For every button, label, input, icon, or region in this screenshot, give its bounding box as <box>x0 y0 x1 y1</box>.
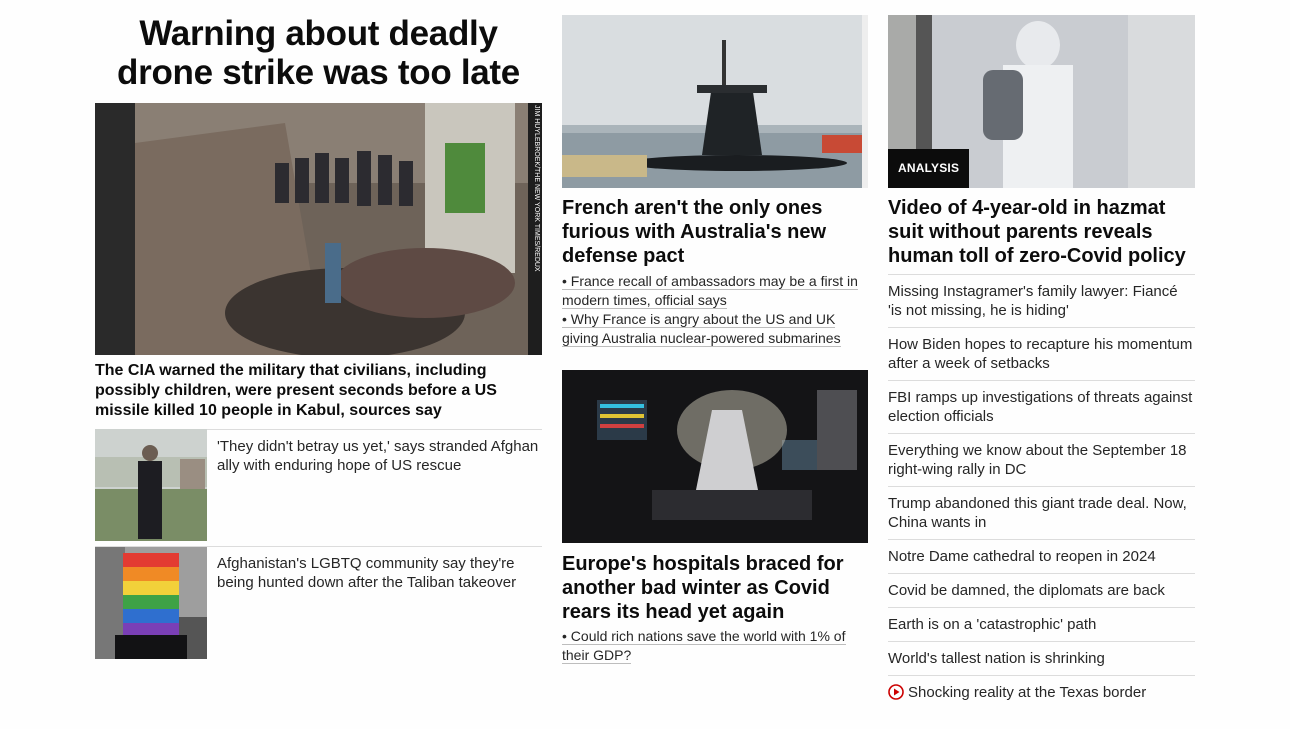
divider <box>888 433 1195 434</box>
list-link-tallest-nation[interactable]: World's tallest nation is shrinking <box>888 649 1195 668</box>
submarine-image[interactable] <box>562 15 868 188</box>
hero-image-drone-strike[interactable]: JIM HUYLEBROEK/THE NEW YORK TIMES/REDUX <box>95 103 542 355</box>
divider <box>888 274 1195 275</box>
divider <box>888 641 1195 642</box>
list-item-label: Shocking reality at the Texas border <box>908 684 1147 701</box>
list-link-diplomats[interactable]: Covid be damned, the diplomats are back <box>888 581 1195 600</box>
thumbnail-afghan-ally[interactable] <box>95 429 207 541</box>
divider <box>888 607 1195 608</box>
list-link-trade-deal[interactable]: Trump abandoned this giant trade deal. N… <box>888 494 1195 532</box>
headline-europe-hospitals[interactable]: Europe's hospitals braced for another ba… <box>562 552 868 624</box>
main-headline[interactable]: Warning about deadly drone strike was to… <box>95 14 542 92</box>
divider <box>888 380 1195 381</box>
thumbnail-lgbtq[interactable] <box>95 547 207 659</box>
related-link-afghan-ally[interactable]: 'They didn't betray us yet,' says strand… <box>217 437 542 475</box>
divider <box>888 539 1195 540</box>
video-play-icon <box>888 684 904 705</box>
photo-credit: JIM HUYLEBROEK/THE NEW YORK TIMES/REDUX <box>533 105 540 272</box>
divider <box>888 327 1195 328</box>
list-link-notre-dame[interactable]: Notre Dame cathedral to reopen in 2024 <box>888 547 1195 566</box>
list-link-biden[interactable]: How Biden hopes to recapture his momentu… <box>888 335 1195 373</box>
list-link-instagramer[interactable]: Missing Instagramer's family lawyer: Fia… <box>888 282 1195 320</box>
bullet-link-ambassadors[interactable]: • France recall of ambassadors may be a … <box>562 272 868 310</box>
list-link-rally[interactable]: Everything we know about the September 1… <box>888 441 1195 479</box>
list-link-texas-border[interactable]: Shocking reality at the Texas border <box>888 683 1195 705</box>
headline-french-defense-pact[interactable]: French aren't the only ones furious with… <box>562 196 868 268</box>
related-link-lgbtq[interactable]: Afghanistan's LGBTQ community say they'r… <box>217 554 542 592</box>
analysis-badge: ANALYSIS <box>888 149 970 188</box>
divider <box>888 486 1195 487</box>
divider <box>888 675 1195 676</box>
list-link-earth[interactable]: Earth is on a 'catastrophic' path <box>888 615 1195 634</box>
list-link-fbi[interactable]: FBI ramps up investigations of threats a… <box>888 388 1195 426</box>
bullet-link-rich-nations[interactable]: • Could rich nations save the world with… <box>562 627 868 665</box>
hero-caption-link[interactable]: The CIA warned the military that civilia… <box>95 361 542 421</box>
divider <box>888 573 1195 574</box>
bullet-link-submarines[interactable]: • Why France is angry about the US and U… <box>562 310 868 348</box>
headline-hazmat-suit[interactable]: Video of 4-year-old in hazmat suit witho… <box>888 196 1195 268</box>
hospital-image[interactable] <box>562 370 868 543</box>
